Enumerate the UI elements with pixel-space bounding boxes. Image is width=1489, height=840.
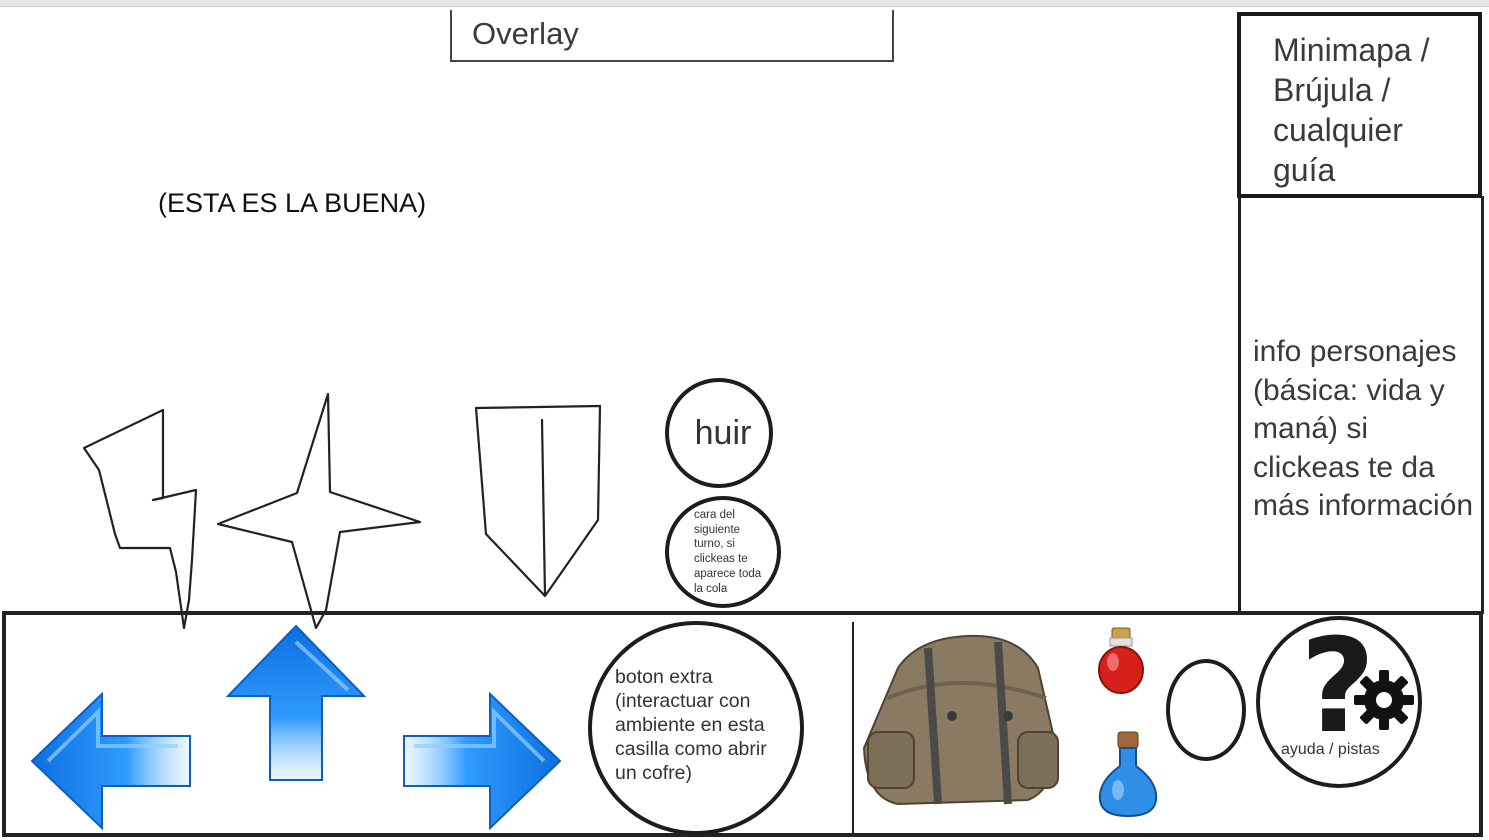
gear-icon[interactable] bbox=[1352, 668, 1416, 732]
version-marker-note: (ESTA ES LA BUENA) bbox=[158, 188, 427, 218]
backpack-icon[interactable] bbox=[858, 628, 1064, 810]
arrow-up-icon[interactable] bbox=[224, 624, 368, 784]
attack-button[interactable] bbox=[80, 405, 202, 630]
overlay-label: Overlay bbox=[472, 16, 579, 51]
extra-interact-label: boton extra (interactuar con ambiente en… bbox=[615, 666, 767, 784]
magic-button[interactable] bbox=[214, 392, 422, 630]
defend-button[interactable] bbox=[472, 402, 604, 600]
minimap-label: Minimapa / Brújula / cualquier guía bbox=[1273, 32, 1430, 188]
flee-button[interactable]: huir bbox=[665, 378, 773, 488]
arrow-left-icon[interactable] bbox=[28, 690, 194, 832]
empty-slot[interactable] bbox=[1166, 659, 1246, 761]
red-potion-icon[interactable] bbox=[1096, 626, 1146, 696]
character-info-label: info personajes (básica: vida y maná) si… bbox=[1253, 335, 1474, 522]
next-turn-label: cara del siguiente turno, si clickeas te… bbox=[694, 509, 762, 595]
bottom-bar-divider bbox=[852, 622, 854, 836]
help-label: ayuda / pistas bbox=[1281, 741, 1380, 758]
arrow-right-icon[interactable] bbox=[400, 690, 564, 832]
flee-label: huir bbox=[694, 413, 752, 452]
blue-potion-icon[interactable] bbox=[1096, 730, 1160, 818]
window-top-bar bbox=[0, 0, 1489, 7]
